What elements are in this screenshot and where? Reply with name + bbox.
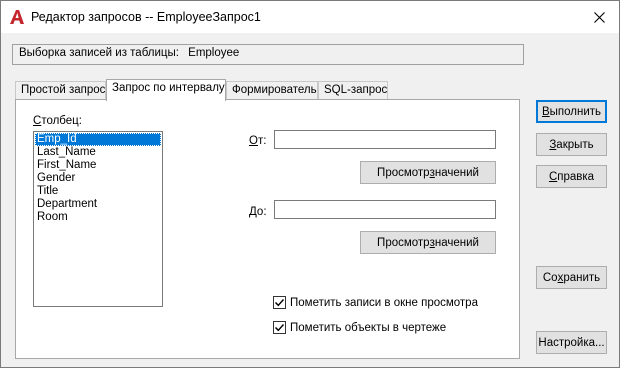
view-values-to-button[interactable]: Просмотр з начений (360, 231, 496, 254)
table-info-label: Выборка записей из таблицы: (19, 47, 179, 59)
tab-label: Запрос по интервалу (112, 82, 225, 94)
tab-label: Формирователь (232, 84, 317, 96)
tab-simple-query[interactable]: Простой запрос (15, 81, 106, 100)
list-item[interactable]: Gender (35, 172, 161, 185)
range-query-panel: Столбец: Emp_Id Last_Name First_Name Gen… (15, 99, 520, 359)
to-label: До: (249, 206, 267, 218)
settings-button[interactable]: Настройка... (536, 331, 607, 354)
checkbox-checked-icon[interactable] (273, 321, 286, 334)
list-item[interactable]: Title (35, 185, 161, 198)
table-info: Выборка записей из таблицы: Employee (12, 44, 524, 65)
column-listbox[interactable]: Emp_Id Last_Name First_Name Gender Title… (33, 131, 163, 307)
query-editor-dialog: Редактор запросов -- EmployeeЗапрос1 Выб… (0, 0, 620, 368)
checkbox-checked-icon[interactable] (273, 296, 286, 309)
list-item[interactable]: Last_Name (35, 146, 161, 159)
mark-records-checkbox[interactable]: Пометить записи в окне просмотра (273, 296, 478, 309)
list-item[interactable]: First_Name (35, 159, 161, 172)
view-values-from-button[interactable]: Просмотр з начений (360, 161, 496, 184)
list-item[interactable]: Room (35, 211, 161, 224)
table-name: Employee (188, 47, 240, 59)
list-item[interactable]: Emp_Id (35, 133, 161, 146)
tab-sql-query[interactable]: SQL-запрос (318, 81, 388, 100)
mark-objects-label: Пометить объекты в чертеже (290, 321, 447, 334)
list-item[interactable]: Department (35, 198, 161, 211)
from-input[interactable] (274, 130, 496, 149)
column-label: Столбец: (33, 115, 82, 127)
to-input[interactable] (274, 200, 496, 219)
mark-records-label: Пометить записи в окне просмотра (290, 296, 478, 309)
title-bar[interactable]: Редактор запросов -- EmployeeЗапрос1 (1, 1, 619, 33)
tab-range-query[interactable]: Запрос по интервалу (106, 79, 226, 101)
save-button[interactable]: Со х ранить (536, 266, 607, 289)
execute-button[interactable]: Выполнить (536, 100, 607, 123)
help-button[interactable]: Справка (536, 165, 607, 188)
close-window-button[interactable] (579, 1, 619, 33)
window-title: Редактор запросов -- EmployeeЗапрос1 (31, 10, 261, 24)
mark-objects-checkbox[interactable]: Пометить объекты в чертеже (273, 321, 446, 334)
from-label: От: (249, 135, 267, 147)
tab-label: SQL-запрос (324, 84, 388, 96)
autocad-a-icon (10, 10, 24, 24)
close-button[interactable]: Закрыть (536, 133, 607, 156)
close-icon (593, 11, 605, 23)
tab-builder[interactable]: Формирователь (226, 81, 318, 100)
tab-label: Простой запрос (21, 84, 106, 96)
